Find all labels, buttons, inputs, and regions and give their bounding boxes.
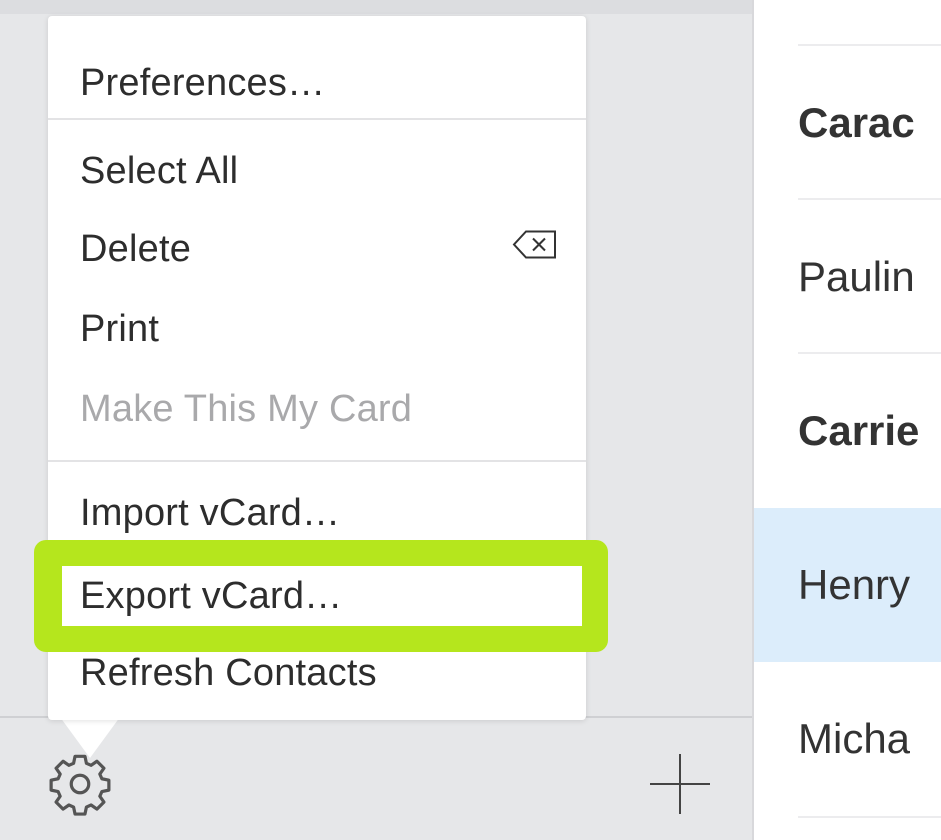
menu-item-print[interactable]: Print (48, 294, 586, 364)
menu-item-label: Make This My Card (80, 387, 413, 430)
contact-row[interactable]: Carac (754, 46, 941, 200)
contact-name: Carrie (798, 407, 920, 454)
contact-row[interactable]: Micha (754, 662, 941, 816)
menu-item-label: Delete (80, 227, 192, 270)
menu-item-delete[interactable]: Delete (48, 214, 586, 284)
sidebar-top-shade (0, 0, 752, 14)
menu-item-refresh-contacts[interactable]: Refresh Contacts (48, 638, 586, 708)
add-contact-button[interactable] (640, 744, 720, 824)
menu-item-select-all[interactable]: Select All (48, 136, 586, 206)
menu-item-export-vcard[interactable]: Export vCard… (48, 561, 568, 631)
contact-name: Paulin (798, 253, 915, 300)
row-separator (798, 816, 941, 818)
menu-item-label: Refresh Contacts (80, 651, 377, 694)
contact-row-selected[interactable]: Henry (754, 508, 941, 662)
menu-item-label: Import vCard… (80, 491, 341, 534)
plus-icon (650, 754, 710, 814)
delete-key-icon (512, 228, 558, 271)
menu-item-preferences[interactable]: Preferences… (48, 48, 586, 118)
menu-item-label: Export vCard… (80, 574, 343, 617)
contact-name: Carac (798, 99, 915, 146)
contact-row[interactable]: Carrie (754, 354, 941, 508)
contact-name: Henry (798, 561, 911, 608)
menu-item-label: Preferences… (80, 61, 326, 104)
menu-item-make-my-card: Make This My Card (48, 374, 586, 444)
menu-item-import-vcard[interactable]: Import vCard… (48, 478, 586, 548)
contact-row[interactable]: Paulin (754, 200, 941, 354)
contacts-list: Carac Paulin Carrie Henry Micha (754, 0, 941, 840)
menu-separator (48, 118, 586, 120)
gear-icon (49, 754, 111, 816)
menu-item-label: Print (80, 307, 160, 350)
menu-item-label: Select All (80, 149, 239, 192)
menu-separator (48, 460, 586, 462)
contact-name: Micha (798, 715, 911, 762)
